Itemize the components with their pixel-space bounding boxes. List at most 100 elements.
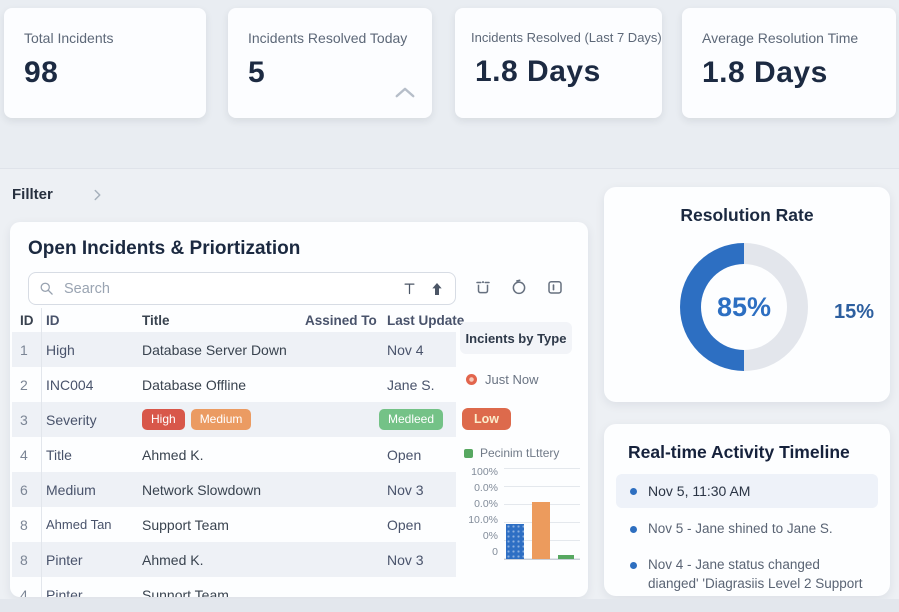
timeline-entry-text: Nov 4 - Jane status changed dianged' 'Di… [648, 556, 870, 594]
filter-toggle[interactable]: Fillter [12, 186, 102, 203]
header-num: ID [12, 308, 42, 332]
donut-chart: 85% [680, 243, 808, 371]
blue-dot-icon [630, 526, 637, 533]
legend-green: Pecinim tLttery [464, 446, 559, 460]
chart-plot-area [504, 468, 580, 560]
cell-id: Medium [42, 482, 142, 498]
trash-icon[interactable] [474, 278, 492, 296]
status-badge: Medleed [379, 409, 443, 429]
timeline-entry-text: Nov 5 - Jane shined to Jane S. [648, 520, 833, 539]
dashboard-page: Total Incidents 98 Incidents Resolved To… [0, 0, 899, 612]
card-view-icon[interactable] [546, 278, 564, 296]
cell-title: Sunnort Team [142, 587, 305, 598]
table-row[interactable]: 8 Ahmed Tan Support Team Open [12, 507, 456, 542]
bar-blue [506, 524, 524, 559]
timeline-title: Real-time Activity Timeline [628, 442, 850, 463]
cell-id: Title [42, 447, 142, 463]
y-tick: 100% [471, 466, 498, 478]
timeline-entry[interactable]: Nov 4 - Jane status changed dianged' 'Di… [616, 548, 878, 596]
cell-title: High Medium [142, 409, 305, 429]
sort-up-icon[interactable] [429, 281, 445, 297]
y-tick: 0% [483, 530, 498, 542]
cell-num: 4 [12, 577, 42, 597]
table-row[interactable]: 4 Pinter Sunnort Team [12, 577, 456, 597]
search-box [28, 272, 456, 305]
table-row[interactable]: 6 Medium Network Slowdown Nov 3 [12, 472, 456, 507]
timeline-list: Nov 5, 11:30 AM Nov 5 - Jane shined to J… [616, 474, 878, 596]
cell-title: Support Team [142, 517, 305, 533]
severity-badge-high: High [142, 409, 185, 429]
stat-label: Total Incidents [24, 30, 206, 46]
cell-id: Ahmed Tan [42, 517, 142, 532]
table-header-row: ID ID Title Assined To Last Update [12, 308, 456, 332]
cell-id: Pinter [42, 552, 142, 568]
table-row[interactable]: 8 Pinter Ahmed K. Nov 3 [12, 542, 456, 577]
stat-label: Average Resolution Time [702, 30, 896, 46]
legend-just-now: Just Now [466, 372, 538, 387]
cell-updated: Nov 3 [387, 552, 456, 568]
stat-card-total-incidents: Total Incidents 98 [4, 8, 206, 118]
low-badge: Low [462, 408, 511, 430]
stat-value: 1.8 Days [475, 55, 662, 89]
cell-num: 6 [12, 472, 42, 507]
orange-dot-icon [466, 374, 477, 385]
resolution-rate-title: Resolution Rate [604, 205, 890, 226]
table-row[interactable]: 1 High Database Server Down Nov 4 [12, 332, 456, 367]
chevron-right-icon[interactable] [93, 188, 102, 202]
legend-label: Just Now [485, 372, 538, 387]
table-row[interactable]: 2 INC004 Database Offline Jane S. [12, 367, 456, 402]
cell-num: 8 [12, 542, 42, 577]
timeline-entry[interactable]: Nov 5 - Jane shined to Jane S. [616, 512, 878, 545]
incidents-by-type-header: Incients by Type [460, 322, 572, 354]
severity-badge-medium: Medium [191, 409, 252, 429]
activity-timeline-card: Real-time Activity Timeline Nov 5, 11:30… [604, 424, 890, 596]
green-square-icon [464, 449, 473, 458]
search-input[interactable] [62, 280, 390, 298]
cell-updated: Jane S. [387, 377, 456, 393]
header-updated: Last Update [387, 313, 456, 328]
chevron-up-icon [394, 86, 416, 104]
table-row[interactable]: 3 Severity High Medium Medleed [12, 402, 456, 437]
stat-value: 5 [248, 56, 432, 90]
donut-center-label: 85% [717, 292, 771, 323]
cell-title: Database Offline [142, 377, 305, 393]
incidents-by-type-chart: 100% 0.0% 0.0% 10.0% 0% 0 [458, 466, 582, 566]
search-icon [39, 281, 54, 296]
stat-value: 98 [24, 56, 206, 90]
blue-dot-icon [630, 488, 637, 495]
donut-hole: 85% [701, 264, 787, 350]
cell-updated: Nov 3 [387, 482, 456, 498]
stat-card-avg-resolution: Average Resolution Time 1.8 Days [682, 8, 896, 118]
timeline-entry[interactable]: Nov 5, 11:30 AM [616, 474, 878, 508]
footer-strip [0, 599, 899, 612]
stat-card-resolved-7days: Incidents Resolved (Last 7 Days) 1.8 Day… [455, 8, 662, 118]
cell-title: Database Server Down [142, 342, 305, 358]
y-tick: 0 [492, 546, 498, 558]
table-row[interactable]: 4 Title Ahmed K. Open [12, 437, 456, 472]
cell-num: 1 [12, 332, 42, 367]
y-tick: 0.0% [474, 482, 498, 494]
chart-y-axis: 100% 0.0% 0.0% 10.0% 0% 0 [458, 466, 498, 558]
cell-num: 4 [12, 437, 42, 472]
cell-updated: Nov 4 [387, 342, 456, 358]
cell-id: High [42, 342, 142, 358]
resolution-rate-card: Resolution Rate 85% 15% [604, 187, 890, 402]
text-filter-icon[interactable] [402, 281, 417, 296]
bar-green [558, 555, 574, 559]
incidents-table: ID ID Title Assined To Last Update 1 Hig… [12, 308, 456, 597]
cell-num: 2 [12, 367, 42, 402]
cell-id: INC004 [42, 377, 142, 393]
bar-orange [532, 502, 550, 559]
stat-card-resolved-today: Incidents Resolved Today 5 [228, 8, 432, 118]
blue-dot-icon [630, 562, 637, 569]
cell-id: Pinter [42, 587, 142, 598]
cell-updated: Open [387, 447, 456, 463]
timeline-entry-text: Nov 5, 11:30 AM [648, 482, 750, 502]
cell-updated: Medleed [387, 409, 456, 429]
cell-title: Ahmed K. [142, 552, 305, 568]
stat-label: Incidents Resolved Today [248, 30, 432, 46]
open-incidents-panel: Open Incidents & Priortization ID [10, 222, 588, 597]
timer-icon[interactable] [510, 278, 528, 296]
header-id: ID [42, 313, 142, 328]
cell-id: Severity [42, 412, 142, 428]
